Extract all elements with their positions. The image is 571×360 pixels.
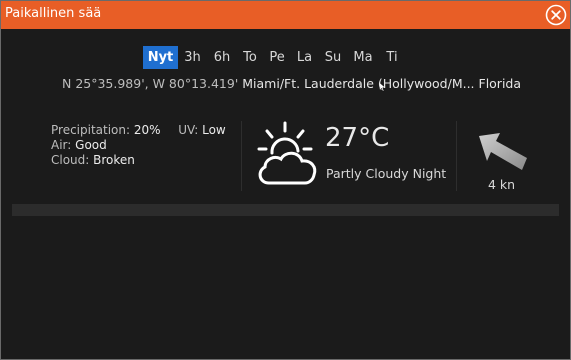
dialog-title: Paikallinen sää <box>5 6 102 21</box>
divider-right <box>456 121 457 191</box>
separator-bar <box>12 204 559 216</box>
wind-speed: 4 kn <box>488 177 516 192</box>
tab-thursday[interactable]: To <box>237 46 263 69</box>
condition-text: Partly Cloudy Night <box>326 166 447 181</box>
partly-cloudy-night-icon <box>257 121 317 185</box>
location-line: N 25°35.989', W 80°13.419' Miami/Ft. Lau… <box>62 76 521 91</box>
weather-content: Nyt 3h 6h To Pe La Su Ma Ti N 25°35.989'… <box>1 29 570 359</box>
local-weather-dialog: Paikallinen sää Nyt 3h 6h To Pe La Su Ma… <box>0 0 571 360</box>
tab-now[interactable]: Nyt <box>143 46 178 69</box>
tab-friday[interactable]: Pe <box>263 46 291 69</box>
temperature-value: 27°C <box>325 123 390 153</box>
forecast-tabs: Nyt 3h 6h To Pe La Su Ma Ti <box>143 46 406 69</box>
tab-3h[interactable]: 3h <box>178 46 207 69</box>
precip-uv-row: Precipitation: 20% UV: Low <box>51 123 226 138</box>
precipitation-value: 20% <box>133 123 161 137</box>
air-label: Air: <box>51 138 72 152</box>
tab-tuesday[interactable]: Ti <box>378 46 406 69</box>
cloud-label: Cloud: <box>51 153 90 167</box>
cloud-row: Cloud: Broken <box>51 153 226 168</box>
uv-label: UV: <box>178 123 199 137</box>
uv-value: Low <box>202 123 226 137</box>
precipitation-label: Precipitation: <box>51 123 131 137</box>
place-name: Miami/Ft. Lauderdale (Hollywood/M... Flo… <box>242 76 522 91</box>
tab-6h[interactable]: 6h <box>207 46 237 69</box>
air-row: Air: Good <box>51 138 226 153</box>
tab-monday[interactable]: Ma <box>348 46 378 69</box>
weather-details: Precipitation: 20% UV: Low Air: Good Clo… <box>51 123 226 168</box>
divider-left <box>241 121 242 191</box>
title-bar: Paikallinen sää <box>1 1 570 29</box>
coordinates: N 25°35.989', W 80°13.419' <box>62 76 239 91</box>
cloud-value: Broken <box>93 153 135 167</box>
close-icon[interactable] <box>545 4 567 26</box>
wind-direction-arrow-icon <box>479 133 527 170</box>
tab-sunday[interactable]: Su <box>318 46 348 69</box>
air-value: Good <box>75 138 107 152</box>
tab-saturday[interactable]: La <box>291 46 318 69</box>
